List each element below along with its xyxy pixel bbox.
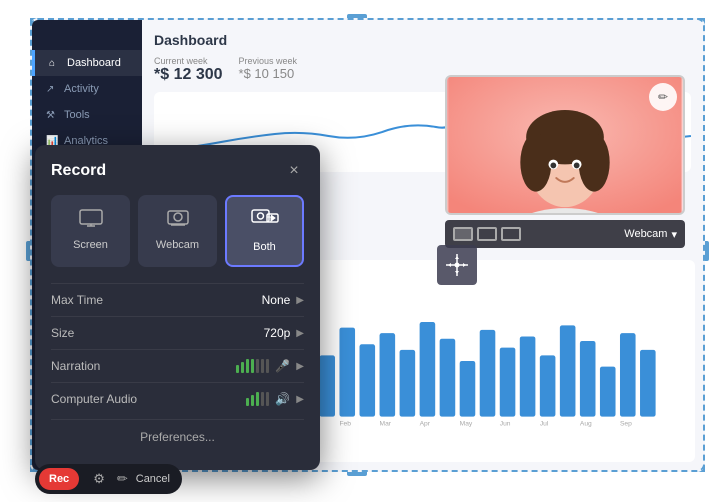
crosshair-move-icon[interactable]	[437, 245, 477, 285]
audio-vol-bar-5	[266, 392, 269, 406]
webcam-icon	[166, 209, 190, 233]
bar-chart-section: 345 121 80%	[260, 260, 695, 462]
webcam-preview: ✏	[445, 75, 685, 215]
cam-screen-btn[interactable]	[453, 227, 473, 241]
chart-area-bottom: 345 121 80%	[260, 260, 695, 462]
svg-text:Jun: Jun	[500, 421, 511, 428]
audio-arrow[interactable]: ▶	[296, 394, 304, 405]
webcam-controls: Webcam ▾	[445, 220, 685, 248]
audio-vol-bar-2	[251, 395, 254, 406]
settings-computer-audio: Computer Audio 🔊 ▶	[51, 382, 304, 415]
settings-max-time: Max Time None ▶	[51, 283, 304, 316]
webcam-label: Webcam ▾	[624, 228, 677, 241]
size-value: 720p	[264, 326, 291, 340]
dialog-close-button[interactable]: ×	[284, 161, 304, 181]
sidebar-label-activity: Activity	[64, 83, 99, 95]
screen-icon	[79, 209, 103, 233]
source-both-label: Both	[253, 241, 276, 253]
source-webcam[interactable]: Webcam	[138, 195, 217, 267]
source-both[interactable]: Both	[225, 195, 304, 267]
webcam-label-text: Webcam	[624, 228, 667, 240]
previous-week-label: Previous week	[239, 56, 298, 66]
rec-button[interactable]: Rec	[39, 468, 79, 490]
size-label: Size	[51, 326, 264, 340]
previous-week-value: *$ 10 150	[239, 66, 298, 81]
source-webcam-label: Webcam	[156, 239, 199, 251]
svg-text:Aug: Aug	[580, 421, 592, 428]
cancel-button[interactable]: Cancel	[136, 473, 170, 485]
sidebar-label-tools: Tools	[64, 109, 90, 121]
tools-icon: ⚒	[46, 110, 58, 121]
vol-bar-6	[261, 359, 264, 373]
svg-text:Sep: Sep	[620, 421, 632, 428]
svg-text:Feb: Feb	[339, 421, 351, 428]
dashboard-icon: ⌂	[49, 58, 61, 69]
audio-volume	[246, 392, 269, 406]
narration-label: Narration	[51, 359, 236, 373]
sidebar-item-dashboard[interactable]: ⌂ Dashboard	[32, 50, 142, 76]
current-week-value: *$ 12 300	[154, 66, 223, 84]
svg-text:Apr: Apr	[420, 421, 431, 428]
activity-icon: ↗	[46, 84, 58, 95]
mic-icon: 🎤	[275, 359, 290, 373]
cam-pip-btn[interactable]	[477, 227, 497, 241]
audio-vol-bar-1	[246, 398, 249, 406]
webcam-edit-button[interactable]: ✏	[649, 83, 677, 111]
size-arrow[interactable]: ▶	[296, 328, 304, 339]
both-icon	[251, 209, 279, 235]
source-options: Screen Webcam	[51, 195, 304, 267]
current-week-label: Current week	[154, 56, 223, 66]
main-container: ⌂ Dashboard ↗ Activity ⚒ Tools 📊 Analyti…	[0, 0, 713, 502]
webcam-dropdown-icon[interactable]: ▾	[671, 228, 677, 241]
audio-vol-bar-4	[261, 392, 264, 406]
audio-vol-bar-3	[256, 392, 259, 406]
dialog-title: Record	[51, 162, 106, 180]
max-time-label: Max Time	[51, 293, 262, 307]
settings-narration: Narration 🎤 ▶	[51, 349, 304, 382]
cam-full-btn[interactable]	[501, 227, 521, 241]
dashboard-title: Dashboard	[154, 32, 691, 48]
stat-previous-week: Previous week *$ 10 150	[239, 56, 298, 84]
max-time-arrow[interactable]: ▶	[296, 295, 304, 306]
preferences-button[interactable]: Preferences...	[51, 419, 304, 454]
narration-volume	[236, 359, 269, 373]
sidebar-label-dashboard: Dashboard	[67, 57, 121, 69]
svg-text:Mar: Mar	[380, 421, 392, 428]
settings-size: Size 720p ▶	[51, 316, 304, 349]
narration-arrow[interactable]: ▶	[296, 361, 304, 372]
vol-bar-2	[241, 362, 244, 373]
svg-text:May: May	[460, 421, 473, 428]
max-time-value: None	[262, 293, 291, 307]
source-screen[interactable]: Screen	[51, 195, 130, 267]
vol-bar-4	[251, 359, 254, 373]
sidebar-item-tools[interactable]: ⚒ Tools	[32, 102, 142, 128]
stat-current-week: Current week *$ 12 300	[154, 56, 223, 84]
vol-bar-1	[236, 365, 239, 373]
vol-bar-7	[266, 359, 269, 373]
vol-bar-3	[246, 359, 249, 373]
sidebar-item-activity[interactable]: ↗ Activity	[32, 76, 142, 102]
svg-text:Jul: Jul	[540, 421, 549, 428]
dialog-header: Record ×	[51, 161, 304, 181]
bottom-toolbar: Rec ⚙ ✏ Cancel	[35, 464, 182, 494]
settings-icon[interactable]: ⚙	[87, 471, 111, 487]
vol-bar-5	[256, 359, 259, 373]
computer-audio-label: Computer Audio	[51, 392, 246, 406]
record-dialog: Record × Screen	[35, 145, 320, 470]
source-screen-label: Screen	[73, 239, 108, 251]
speaker-icon: 🔊	[275, 392, 290, 406]
edit-icon[interactable]: ✏	[111, 471, 134, 487]
